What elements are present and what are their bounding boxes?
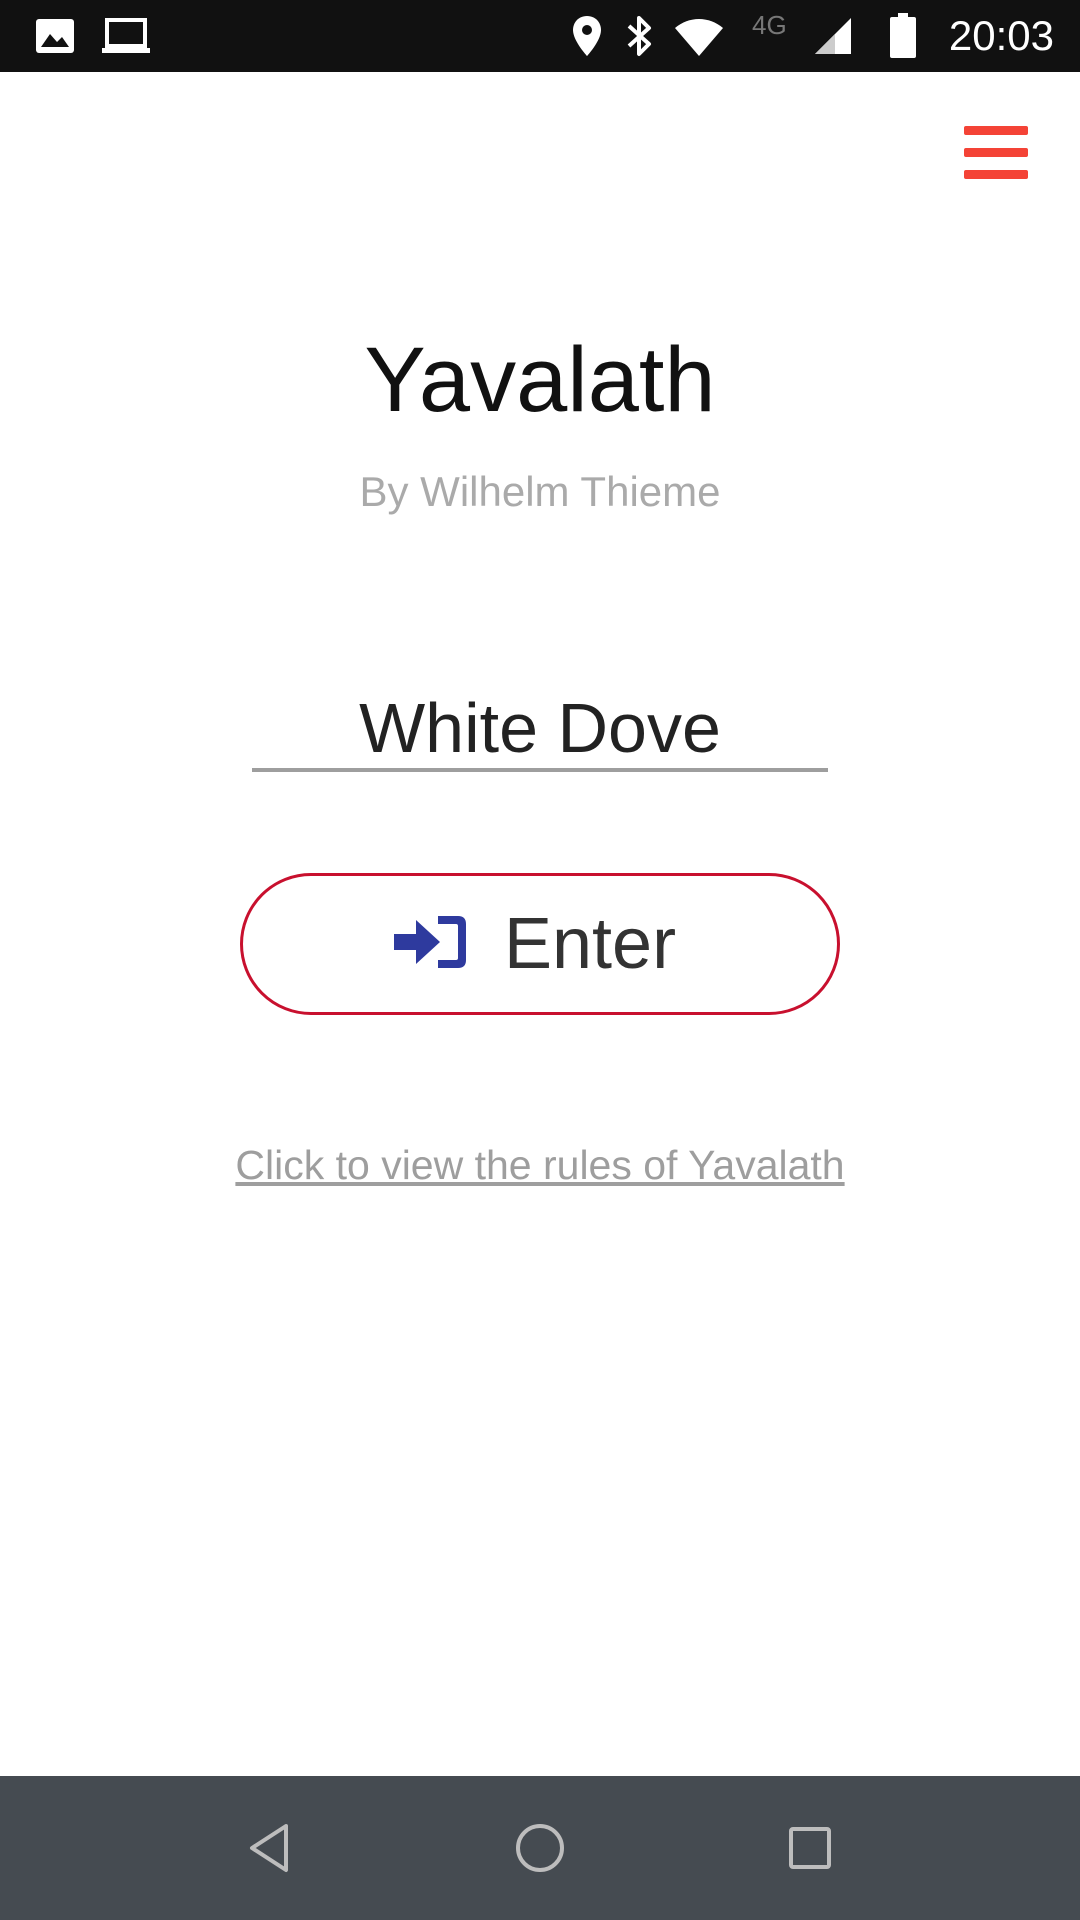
enter-button[interactable]: Enter [240, 873, 840, 1015]
back-icon[interactable] [230, 1808, 310, 1888]
bluetooth-icon [622, 12, 658, 60]
recents-icon[interactable] [770, 1808, 850, 1888]
home-icon[interactable] [500, 1808, 580, 1888]
author-subtitle: By Wilhelm Thieme [359, 468, 721, 515]
page-title: Yavalath [364, 329, 716, 431]
image-icon [34, 12, 76, 60]
menu-bar [964, 126, 1028, 135]
wifi-icon [672, 12, 726, 60]
rules-link[interactable]: Click to view the rules of Yavalath [0, 1142, 1080, 1189]
status-time: 20:03 [948, 12, 1054, 59]
location-icon [570, 12, 604, 60]
signal-icon [812, 12, 854, 60]
app-screen: 4G 20:03 Yavalath By Wilhelm Thieme Whit… [0, 0, 1080, 1920]
laptop-icon [100, 12, 152, 60]
menu-bar [964, 170, 1028, 179]
menu-bar [964, 148, 1028, 157]
sign-in-icon [393, 912, 504, 977]
status-bar: 4G 20:03 [0, 0, 1080, 72]
battery-icon [888, 12, 918, 60]
hamburger-menu-icon[interactable] [964, 124, 1032, 184]
navigation-bar [0, 1776, 1080, 1920]
network-type-label: 4G [752, 10, 787, 40]
enter-button-label: Enter [503, 904, 677, 984]
player-name-input[interactable] [252, 688, 828, 772]
